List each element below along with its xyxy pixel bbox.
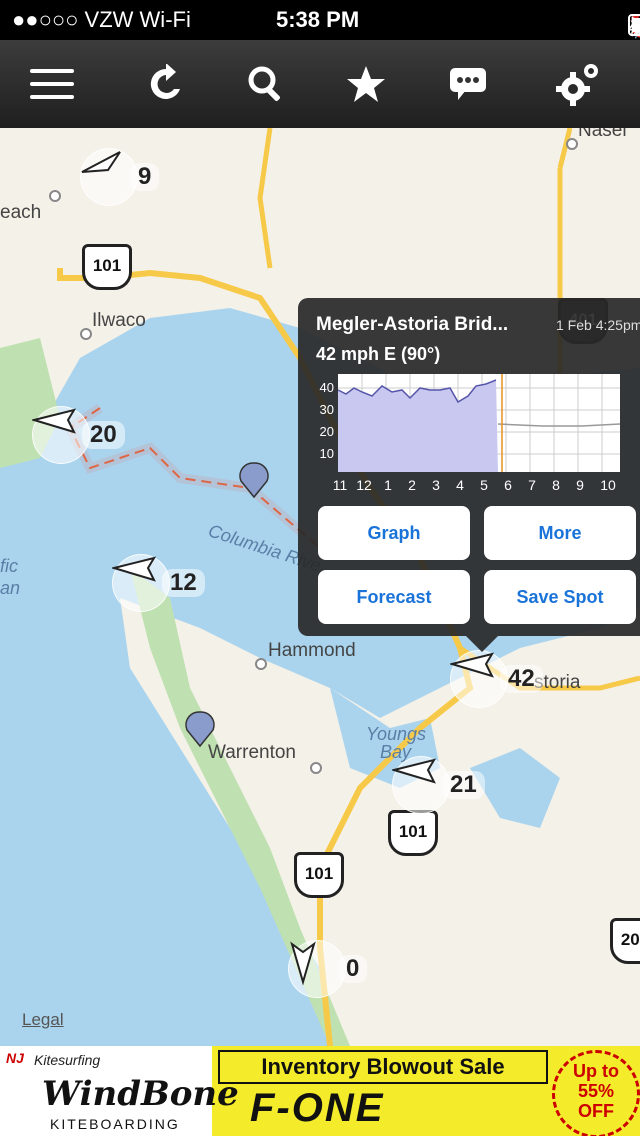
- discount-badge: Up to 55% OFF: [552, 1050, 640, 1136]
- x-tick: 10: [600, 477, 616, 493]
- place-label: Hammond: [268, 640, 356, 661]
- y-tick: 20: [320, 424, 334, 439]
- place-label: Nasel: [578, 128, 627, 141]
- spot-popup[interactable]: Megler-Astoria Brid... 1 Feb 4:25pm 42 m…: [298, 298, 640, 652]
- ad-text: Kitesurfing: [34, 1052, 101, 1068]
- wind-marker[interactable]: 21: [392, 756, 485, 814]
- y-tick: 30: [320, 402, 334, 417]
- battery-icon: [628, 14, 640, 36]
- wind-speed: 42: [500, 665, 543, 693]
- legal-link[interactable]: Legal: [22, 1010, 64, 1030]
- x-tick: 4: [456, 477, 464, 493]
- x-tick: 2: [408, 477, 416, 493]
- place-label: Warrenton: [208, 742, 296, 763]
- wind-marker[interactable]: 0: [288, 940, 368, 998]
- water-label: an: [0, 578, 21, 598]
- menu-icon[interactable]: [22, 54, 82, 114]
- highway-shield: 101: [294, 852, 344, 898]
- more-button[interactable]: More: [484, 506, 636, 560]
- save-spot-button[interactable]: Save Spot: [484, 570, 636, 624]
- toolbar: [0, 40, 640, 128]
- x-tick: 7: [528, 477, 536, 493]
- spot-wind: 42 mph E (90°): [316, 344, 441, 364]
- water-label: fic: [0, 556, 18, 576]
- ad-banner[interactable]: NJ Kitesurfing WindBone KITEBOARDING Inv…: [0, 1046, 640, 1136]
- chat-icon[interactable]: [438, 54, 498, 114]
- x-tick: 6: [504, 477, 512, 493]
- carrier-label: ●●○○○ VZW Wi-Fi: [12, 7, 191, 32]
- settings-icon[interactable]: [548, 54, 608, 114]
- status-bar: ●●○○○ VZW Wi-Fi 5:38 PM ➤ ⏰ ᛒ 47%: [0, 0, 640, 40]
- x-tick: 8: [552, 477, 560, 493]
- wind-speed: 21: [442, 771, 485, 799]
- clock: 5:38 PM: [276, 7, 360, 32]
- star-icon[interactable]: [336, 54, 396, 114]
- wind-marker[interactable]: 42: [450, 650, 543, 708]
- spot-title: Megler-Astoria Brid...: [316, 314, 509, 335]
- wind-speed: 0: [338, 955, 368, 983]
- wind-marker[interactable]: 12: [112, 554, 205, 612]
- place-label: each: [0, 202, 42, 223]
- ad-text: 55%: [577, 1081, 615, 1101]
- wind-graph[interactable]: 40 30 20 10 11 12 1 2 3 4 5 6 7 8 9 10: [312, 372, 624, 494]
- x-tick: 5: [480, 477, 488, 493]
- highway-shield: 101: [388, 810, 438, 856]
- forecast-button[interactable]: Forecast: [318, 570, 470, 624]
- x-tick: 1: [384, 477, 392, 493]
- wind-marker[interactable]: 20: [32, 406, 125, 464]
- windbone-logo: NJ Kitesurfing WindBone KITEBOARDING: [0, 1046, 239, 1136]
- x-tick: 3: [432, 477, 440, 493]
- x-tick: 12: [356, 477, 372, 493]
- graph-button[interactable]: Graph: [318, 506, 470, 560]
- refresh-icon[interactable]: [136, 54, 196, 114]
- x-tick: 11: [333, 477, 348, 493]
- wind-speed: 12: [162, 569, 205, 597]
- ad-text: NJ: [6, 1050, 24, 1066]
- wind-speed: 20: [82, 421, 125, 449]
- wind-speed: 9: [130, 163, 160, 191]
- ad-text: KITEBOARDING: [50, 1116, 180, 1132]
- search-icon[interactable]: [236, 54, 296, 114]
- ad-text: OFF: [578, 1101, 614, 1121]
- ad-text: Up to: [573, 1061, 619, 1081]
- wind-marker[interactable]: 9: [80, 148, 160, 206]
- place-label: Ilwaco: [92, 310, 146, 331]
- y-tick: 40: [320, 380, 334, 395]
- x-tick: 9: [576, 477, 584, 493]
- y-tick: 10: [320, 446, 334, 461]
- ad-text: WindBone: [42, 1074, 239, 1114]
- highway-shield: 101: [82, 244, 132, 290]
- fone-logo: F-ONE: [250, 1086, 385, 1130]
- spot-timestamp: 1 Feb 4:25pm: [556, 317, 640, 333]
- ad-headline: Inventory Blowout Sale: [218, 1050, 548, 1084]
- highway-shield: 202: [610, 918, 640, 964]
